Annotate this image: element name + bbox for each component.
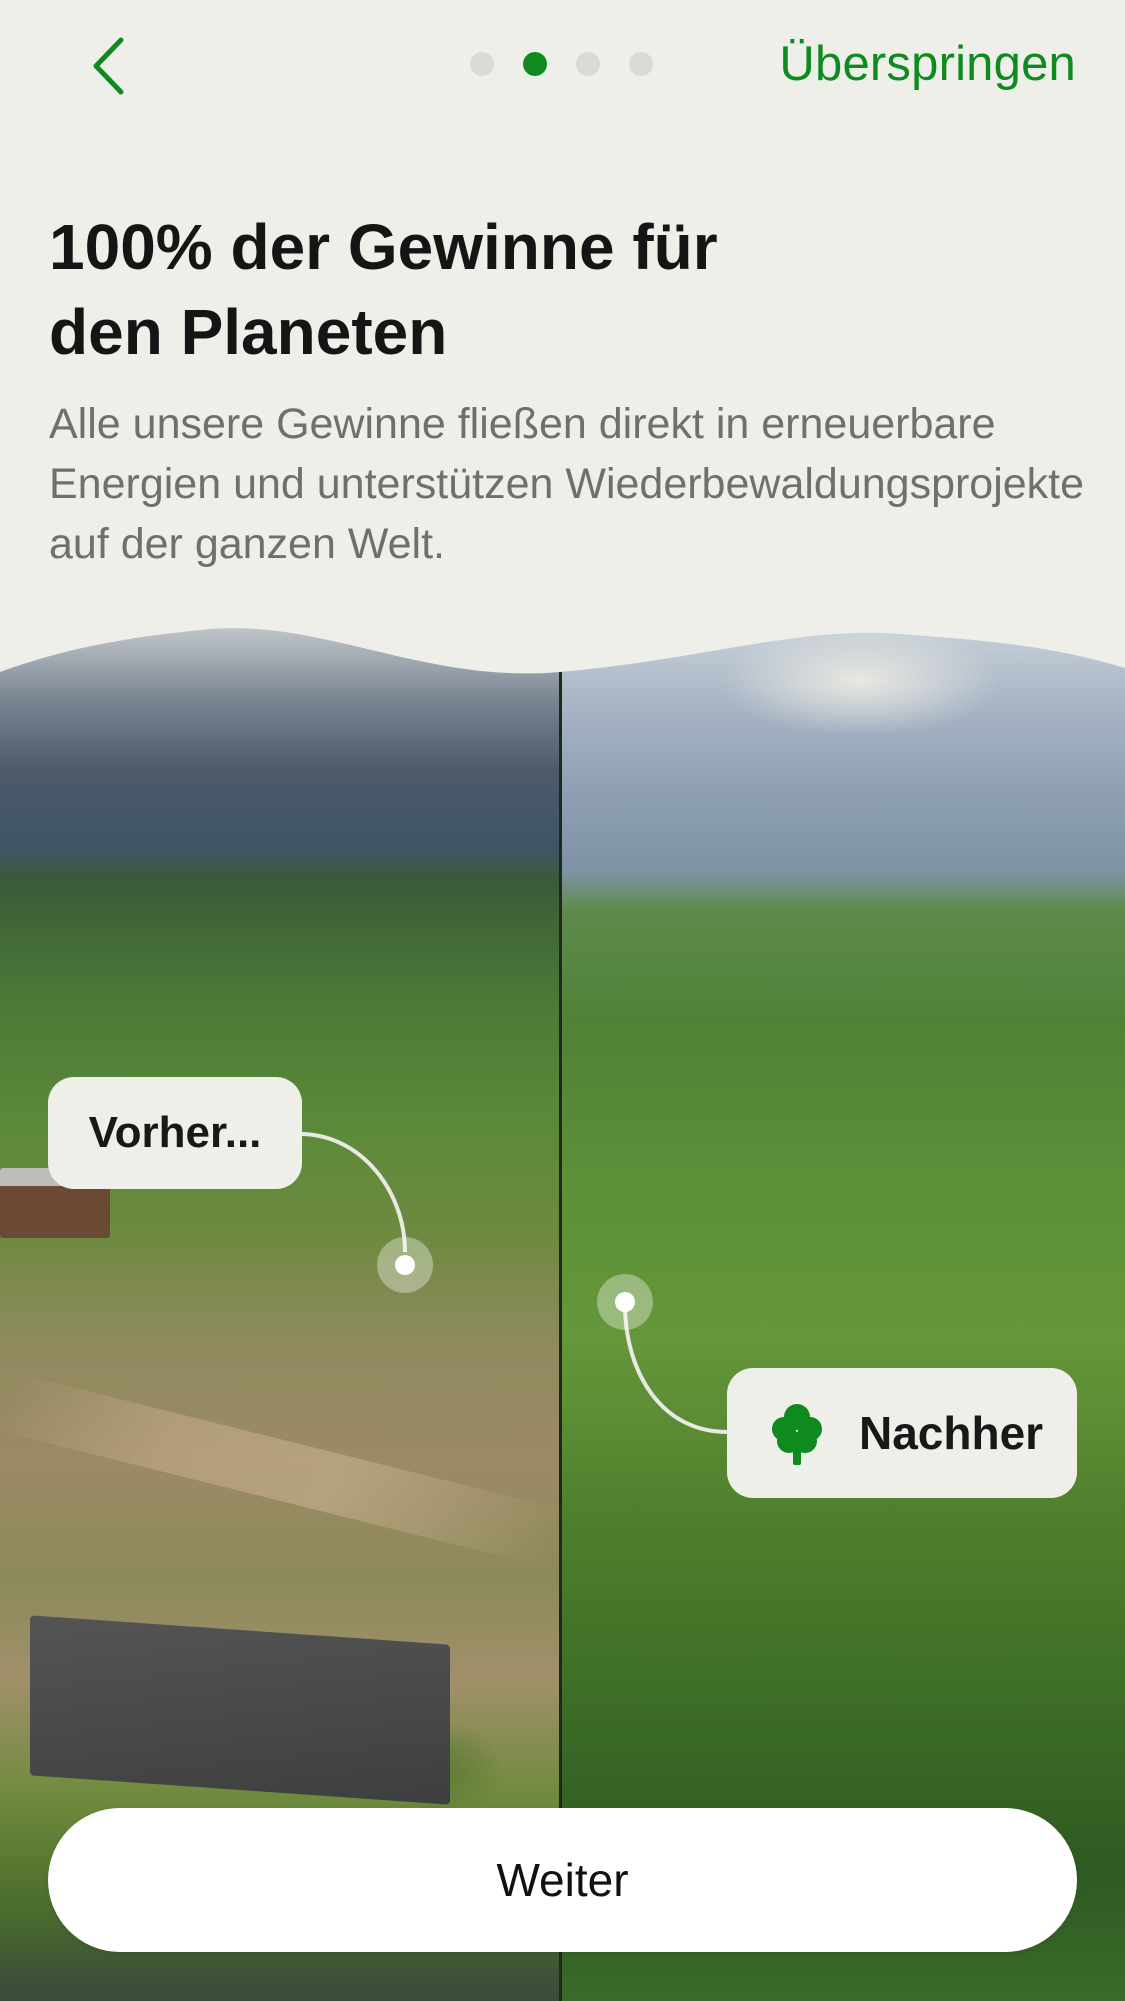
- after-label-text: Nachher: [859, 1407, 1044, 1459]
- page-dot-3: [576, 52, 600, 76]
- top-bar: Überspringen: [0, 0, 1125, 135]
- page-title: 100% der Gewinne für den Planeten: [49, 205, 1079, 375]
- wave-edge: [0, 620, 1125, 674]
- before-after-image: [0, 620, 1125, 2001]
- before-photo: [0, 620, 560, 2001]
- page-subtitle: Alle unsere Gewinne fließen direkt in er…: [49, 400, 1085, 568]
- back-button[interactable]: [78, 30, 138, 102]
- page-dot-2-active: [523, 52, 547, 76]
- title-line-1: 100% der Gewinne für: [49, 211, 718, 283]
- photo-divider: [559, 620, 562, 2001]
- skip-button[interactable]: Überspringen: [779, 36, 1076, 92]
- tree-icon: [772, 1404, 822, 1465]
- dirt-road: [1, 1373, 559, 1567]
- before-marker: [377, 1237, 433, 1293]
- page-dot-1: [470, 52, 494, 76]
- after-marker: [597, 1274, 653, 1330]
- page-indicator: [470, 52, 653, 76]
- shed-roof: [30, 1615, 450, 1805]
- page-dot-4: [629, 52, 653, 76]
- before-label: Vorher...: [48, 1077, 302, 1189]
- title-line-2: den Planeten: [49, 296, 448, 368]
- after-label: Nachher: [727, 1368, 1077, 1498]
- continue-button[interactable]: Weiter: [48, 1808, 1077, 1952]
- chevron-left-icon: [93, 37, 124, 95]
